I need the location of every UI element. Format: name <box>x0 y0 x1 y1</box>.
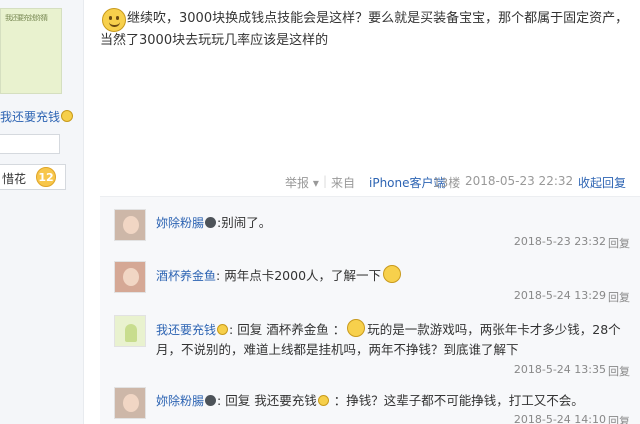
member-badge[interactable]: 惜花 12 <box>0 164 66 190</box>
comment-time: 2018-5-24 13:35 <box>513 363 606 376</box>
avatar[interactable] <box>114 209 146 241</box>
comment-time: 2018-5-23 23:32 <box>513 235 606 248</box>
avatar[interactable] <box>114 387 146 419</box>
comment-body: 两年点卡2000人，了解一下 <box>224 268 382 283</box>
smiley-icon <box>317 395 329 406</box>
comment-text: 妳除粉腸: 回复 我还要充钱 ：挣钱？这辈子都不可能挣钱，打工又不会。 <box>156 393 584 408</box>
author-name-link[interactable]: 我还要充钱 <box>0 108 74 125</box>
reply-button[interactable]: 回复 <box>608 235 630 251</box>
reply-button[interactable]: 回复 <box>608 363 630 379</box>
avatar-caption: 我还要充钱你猜 <box>5 14 48 22</box>
report-button[interactable]: 举报 ▾ <box>285 174 319 191</box>
avatar[interactable] <box>114 315 146 347</box>
badge-level: 12 <box>36 167 56 187</box>
comment-text: 酒杯养金鱼: 两年点卡2000人，了解一下 <box>156 265 630 286</box>
smiley-emoji-icon <box>347 319 366 337</box>
post-line-2: 当然了3000块去玩玩几率应该是这样的 <box>100 33 329 48</box>
comment-time: 2018-5-24 14:10 <box>513 413 606 424</box>
post-line-1: 继续吹，3000块换成钱点技能会是这样？要么就是买装备宝宝，那个都属于固定资产， <box>127 11 629 26</box>
meta-separator: | <box>323 174 328 188</box>
comment-body: 挣钱？这辈子都不可能挣钱，打工又不会。 <box>346 393 584 408</box>
author-avatar[interactable]: 我还要充钱你猜 <box>0 8 62 94</box>
reply-button[interactable]: 回复 <box>608 289 630 305</box>
collapse-replies-button[interactable]: 收起回复 <box>578 174 626 191</box>
author-sidebar: 我还要充钱你猜 我还要充钱 惜花 12 <box>0 0 84 424</box>
reply-target[interactable]: 酒杯养金鱼 <box>266 322 329 337</box>
post-meta-bar: 举报 ▾ | 来自 iPhone客户端 13楼 2018-05-23 22:32… <box>285 174 640 192</box>
user-badge-icon <box>205 395 217 406</box>
comment-username[interactable]: 妳除粉腸 <box>156 216 204 230</box>
comment-username[interactable]: 妳除粉腸 <box>156 394 204 408</box>
badge-label: 惜花 <box>2 172 27 186</box>
smiley-emoji-icon <box>102 8 126 32</box>
reply-target[interactable]: 我还要充钱 <box>254 393 317 408</box>
comment-text: 妳除粉腸:别闹了。 <box>156 215 272 230</box>
meta-from: 来自 <box>331 176 356 190</box>
comment-username[interactable]: 酒杯养金鱼 <box>156 269 216 283</box>
reply-list: 妳除粉腸:别闹了。 2018-5-23 23:32 回复 酒杯养金鱼: 两年点卡… <box>100 196 640 424</box>
floor-number: 13楼 <box>433 176 461 190</box>
post-time: 2018-05-23 22:32 <box>465 174 574 188</box>
post-content: 继续吹，3000块换成钱点技能会是这样？要么就是买装备宝宝，那个都属于固定资产，… <box>100 8 632 52</box>
comment-time: 2018-5-24 13:29 <box>513 289 606 302</box>
smiley-icon <box>61 110 74 122</box>
avatar[interactable] <box>114 261 146 293</box>
smiley-icon <box>217 324 229 335</box>
reply-button[interactable]: 回复 <box>608 413 630 424</box>
author-info-box <box>0 134 60 154</box>
comment-body: 别闹了。 <box>221 215 272 230</box>
smiley-emoji-icon <box>383 265 402 283</box>
user-badge-icon <box>205 217 217 228</box>
author-name: 我还要充钱 <box>0 110 61 124</box>
comment-text: 我还要充钱: 回复 酒杯养金鱼 ：玩的是一款游戏吗，两张年卡才多少钱，28个月，… <box>156 319 630 360</box>
comment-username[interactable]: 我还要充钱 <box>156 323 216 337</box>
